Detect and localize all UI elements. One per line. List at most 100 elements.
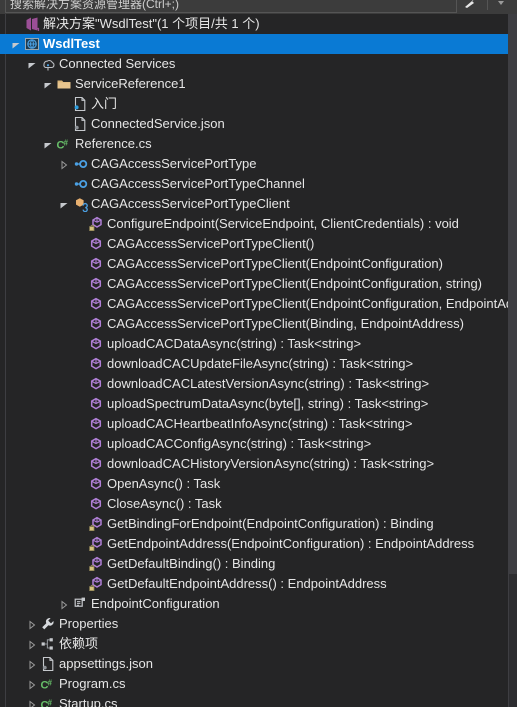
chevron-down-icon[interactable] <box>26 54 38 74</box>
method-icon <box>88 314 104 334</box>
tree-row-method-getdefaultendpointaddress[interactable]: GetDefaultEndpointAddress() : EndpointAd… <box>0 574 509 594</box>
tree-row-label: appsettings.json <box>59 656 153 671</box>
tree-row-label: downloadCACUpdateFileAsync(string) : Tas… <box>107 356 414 371</box>
tree-row-solution[interactable]: 解决方案"WsdlTest"(1 个项目/共 1 个) <box>0 14 509 34</box>
tree-row-interface-portType[interactable]: CAGAccessServicePortType <box>0 154 509 174</box>
chevron-right-icon[interactable] <box>58 154 70 174</box>
tree-row-method-getendpointaddress[interactable]: GetEndpointAddress(EndpointConfiguration… <box>0 534 509 554</box>
file-blue-icon <box>72 94 88 114</box>
vertical-scrollbar[interactable] <box>509 14 517 707</box>
tree-row-label: WsdlTest <box>43 36 100 51</box>
tree-row-label: Reference.cs <box>75 136 152 151</box>
search-icon[interactable] <box>463 0 479 10</box>
file-json-icon <box>72 114 88 134</box>
tree-row-label: 依赖项 <box>59 636 99 651</box>
chevron-down-icon[interactable] <box>42 134 54 154</box>
chevron-down-icon[interactable] <box>42 74 54 94</box>
class-icon <box>72 194 88 214</box>
tree-row-label: GetEndpointAddress(EndpointConfiguration… <box>107 536 475 551</box>
tree-row-method-downloadcachistoryversionasync[interactable]: downloadCACHistoryVersionAsync(string) :… <box>0 454 509 474</box>
tree-row-getting-started[interactable]: 入门 <box>0 94 509 114</box>
tree-row-method-downloadcaclatestversionasync[interactable]: downloadCACLatestVersionAsync(string) : … <box>0 374 509 394</box>
tree-row-label: Connected Services <box>59 56 176 71</box>
tree-row-label: CAGAccessServicePortTypeChannel <box>91 176 305 191</box>
method-icon <box>88 294 104 314</box>
enum-icon <box>72 594 88 614</box>
chevron-right-icon[interactable] <box>26 674 38 694</box>
tree-row-label: EndpointConfiguration <box>91 596 220 611</box>
tree-row-ctor-4[interactable]: CAGAccessServicePortTypeClient(Binding, … <box>0 314 509 334</box>
tree-row-ctor-1[interactable]: CAGAccessServicePortTypeClient(EndpointC… <box>0 254 509 274</box>
tree-row-label: CAGAccessServicePortTypeClient() <box>107 236 315 251</box>
tree-row-startup-cs[interactable]: C # Startup.cs <box>0 694 509 707</box>
chevron-right-icon[interactable] <box>26 694 38 707</box>
method-icon <box>88 394 104 414</box>
tree-row-label: Startup.cs <box>59 696 118 707</box>
tree-row-method-uploadspectrumdataasync[interactable]: uploadSpectrumDataAsync(byte[], string) … <box>0 394 509 414</box>
scrollbar-thumb[interactable] <box>509 14 517 574</box>
chevron-right-icon[interactable] <box>58 594 70 614</box>
tree-row-class-portTypeClient[interactable]: CAGAccessServicePortTypeClient <box>0 194 509 214</box>
tree-row-label: CAGAccessServicePortTypeClient(EndpointC… <box>107 296 509 311</box>
svg-text:#: # <box>48 679 53 688</box>
tree-row-label: uploadCACConfigAsync(string) : Task<stri… <box>107 436 372 451</box>
method-icon <box>88 234 104 254</box>
web-project-icon <box>24 34 40 54</box>
tree-row-method-uploadcacheartbeatinfoasync[interactable]: uploadCACHeartbeatInfoAsync(string) : Ta… <box>0 414 509 434</box>
tree-row-label: ConfigureEndpoint(ServiceEndpoint, Clien… <box>107 216 459 231</box>
tree-row-ctor-3[interactable]: CAGAccessServicePortTypeClient(EndpointC… <box>0 294 509 314</box>
tree-row-label: 解决方案"WsdlTest"(1 个项目/共 1 个) <box>43 16 260 31</box>
method-icon <box>88 254 104 274</box>
tree-row-ctor-2[interactable]: CAGAccessServicePortTypeClient(EndpointC… <box>0 274 509 294</box>
chevron-down-icon[interactable] <box>58 194 70 214</box>
tree-row-method-closeasync[interactable]: CloseAsync() : Task <box>0 494 509 514</box>
tree-rows-container: 解决方案"WsdlTest"(1 个项目/共 1 个) WsdlTest Conne… <box>0 14 509 707</box>
tree-row-interface-portTypeChannel[interactable]: CAGAccessServicePortTypeChannel <box>0 174 509 194</box>
tree-row-dependencies[interactable]: 依赖项 <box>0 634 509 654</box>
tree-row-method-getbindingforendpoint[interactable]: GetBindingForEndpoint(EndpointConfigurat… <box>0 514 509 534</box>
tree-row-method-configureendpoint[interactable]: ConfigureEndpoint(ServiceEndpoint, Clien… <box>0 214 509 234</box>
tree-row-reference-cs[interactable]: C # Reference.cs <box>0 134 509 154</box>
method-icon <box>88 454 104 474</box>
tree-row-program-cs[interactable]: C # Program.cs <box>0 674 509 694</box>
tree-row-method-uploadcacdataasync[interactable]: uploadCACDataAsync(string) : Task<string… <box>0 334 509 354</box>
chevron-down-icon[interactable] <box>496 0 506 6</box>
chevron-right-icon[interactable] <box>26 654 38 674</box>
method-icon <box>88 334 104 354</box>
tree-row-project-wsdltest[interactable]: WsdlTest <box>0 34 509 54</box>
tree-row-method-downloadcacupdatefileasync[interactable]: downloadCACUpdateFileAsync(string) : Tas… <box>0 354 509 374</box>
tree-row-label: CAGAccessServicePortTypeClient(Binding, … <box>107 316 464 331</box>
tree-row-method-uploadcacconfigasync[interactable]: uploadCACConfigAsync(string) : Task<stri… <box>0 434 509 454</box>
method-private-icon <box>88 534 104 554</box>
tree-row-connected-services[interactable]: Connected Services <box>0 54 509 74</box>
method-icon <box>88 414 104 434</box>
tree-row-servicereference1[interactable]: ServiceReference1 <box>0 74 509 94</box>
tree-row-enum-endpointconfiguration[interactable]: EndpointConfiguration <box>0 594 509 614</box>
visual-studio-solution-icon <box>24 14 40 34</box>
tree-row-label: uploadSpectrumDataAsync(byte[], string) … <box>107 396 429 411</box>
chevron-right-icon[interactable] <box>26 614 38 634</box>
tree-row-label: ConnectedService.json <box>91 116 225 131</box>
tree-row-appsettings-json[interactable]: appsettings.json <box>0 654 509 674</box>
folder-icon <box>56 74 72 94</box>
tree-row-method-getdefaultbinding[interactable]: GetDefaultBinding() : Binding <box>0 554 509 574</box>
chevron-down-icon[interactable] <box>10 34 22 54</box>
tree-row-label: CAGAccessServicePortTypeClient(EndpointC… <box>107 256 443 271</box>
tree-row-connectedservice-json[interactable]: ConnectedService.json <box>0 114 509 134</box>
method-icon <box>88 274 104 294</box>
tree-row-method-openasync[interactable]: OpenAsync() : Task <box>0 474 509 494</box>
search-divider <box>487 0 488 10</box>
svg-text:#: # <box>48 699 53 707</box>
method-icon <box>88 374 104 394</box>
search-input[interactable]: 搜索解决方案资源管理器(Ctrl+;) <box>5 0 457 13</box>
tree-row-ctor-0[interactable]: CAGAccessServicePortTypeClient() <box>0 234 509 254</box>
method-private-icon <box>88 214 104 234</box>
solution-explorer-tree[interactable]: 解决方案"WsdlTest"(1 个项目/共 1 个) WsdlTest Conne… <box>0 14 517 707</box>
tree-row-label: CAGAccessServicePortType <box>91 156 257 171</box>
method-private-icon <box>88 574 104 594</box>
tree-row-label: uploadCACHeartbeatInfoAsync(string) : Ta… <box>107 416 413 431</box>
tree-row-label: Program.cs <box>59 676 126 691</box>
tree-row-properties[interactable]: Properties <box>0 614 509 634</box>
search-placeholder: 搜索解决方案资源管理器(Ctrl+;) <box>10 0 179 11</box>
chevron-right-icon[interactable] <box>26 634 38 654</box>
